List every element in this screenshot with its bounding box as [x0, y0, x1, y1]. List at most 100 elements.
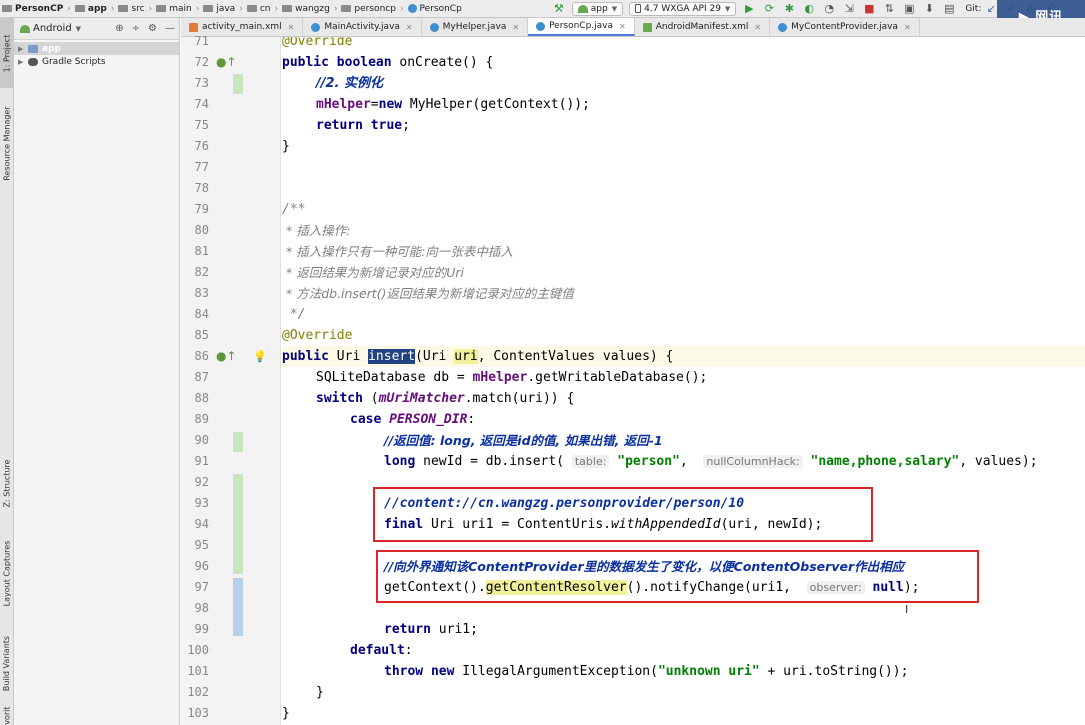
- change-marker[interactable]: [233, 474, 243, 574]
- collapse-all-icon[interactable]: ÷: [132, 23, 140, 34]
- close-icon[interactable]: ✕: [406, 23, 413, 32]
- android-icon: [20, 24, 30, 33]
- change-marker[interactable]: [233, 578, 243, 636]
- class-icon: [407, 4, 417, 13]
- code-line: //返回值: long, 返回是id的值, 如果出错, 返回-1: [384, 433, 663, 448]
- folder-icon: [156, 5, 167, 12]
- code-line: * 返回结果为新增记录对应的Uri: [282, 265, 464, 280]
- close-icon[interactable]: ✕: [904, 23, 911, 32]
- line-number: 84: [194, 307, 209, 321]
- change-marker[interactable]: [233, 74, 243, 94]
- folder-icon: [203, 5, 214, 12]
- line-number: 97: [194, 580, 209, 594]
- code-editor[interactable]: @Override public boolean onCreate() { //…: [282, 37, 1085, 725]
- tab-build-variants[interactable]: Build Variants: [0, 623, 14, 703]
- line-number: 72: [194, 55, 209, 69]
- stop-icon[interactable]: ■: [862, 2, 876, 16]
- phone-icon: [635, 4, 642, 13]
- tree-item-app[interactable]: ▶ app: [14, 42, 179, 55]
- run-icon[interactable]: ▶: [742, 2, 756, 16]
- breadcrumb-project[interactable]: PersonCP ›: [0, 4, 73, 14]
- sdk-manager-icon[interactable]: ⬇: [922, 2, 936, 16]
- breadcrumb-wangzg[interactable]: wangzg ›: [280, 4, 339, 14]
- annotation-box: [376, 550, 979, 603]
- line-number: 99: [194, 622, 209, 636]
- apply-changes-icon[interactable]: ⟳: [762, 2, 776, 16]
- device-select[interactable]: 4.7 WXGA API 29 ▼: [629, 1, 737, 16]
- gear-icon[interactable]: ⚙: [148, 23, 157, 34]
- tab-layout-captures[interactable]: Layout Captures: [0, 528, 14, 618]
- run-config-select[interactable]: app ▼: [571, 1, 624, 16]
- line-number: 82: [194, 265, 209, 279]
- code-line: @Override: [282, 328, 353, 343]
- line-number: 94: [194, 517, 209, 531]
- breadcrumb-personcp[interactable]: personcp ›: [339, 4, 405, 14]
- close-icon[interactable]: ✕: [288, 23, 295, 32]
- param-hint: table:: [571, 455, 610, 468]
- sync-icon[interactable]: ⇅: [882, 2, 896, 16]
- close-icon[interactable]: ✕: [619, 22, 626, 31]
- param-hint: nullColumnHack:: [703, 455, 803, 468]
- override-icon[interactable]: ●↑: [216, 52, 237, 73]
- tab-structure[interactable]: Z: Structure: [0, 448, 14, 518]
- code-line: * 插入操作只有一种可能:向一张表中插入: [282, 244, 513, 259]
- tab-my-content-provider-java[interactable]: MyContentProvider.java ✕: [770, 18, 920, 36]
- tab-android-manifest-xml[interactable]: AndroidManifest.xml ✕: [635, 18, 771, 36]
- coverage-icon[interactable]: ◐: [802, 2, 816, 16]
- code-line: @Override: [282, 37, 353, 49]
- override-icon[interactable]: ●↑: [216, 346, 237, 367]
- line-number: 102: [187, 685, 209, 699]
- gradle-icon: [28, 57, 38, 66]
- tree-item-gradle-scripts[interactable]: ▶ Gradle Scripts: [14, 55, 179, 68]
- code-line: public Uri insert(Uri uri, ContentValues…: [282, 349, 674, 364]
- line-number: 93: [194, 496, 209, 510]
- change-marker[interactable]: [233, 432, 243, 452]
- tab-favorites[interactable]: Favorites: [0, 706, 14, 725]
- line-number: 79: [194, 202, 209, 216]
- line-number: 75: [194, 118, 209, 132]
- git-label: Git:: [965, 3, 982, 14]
- attach-debugger-icon[interactable]: ⇲: [842, 2, 856, 16]
- breadcrumb-class[interactable]: PersonCp: [406, 4, 464, 14]
- hammer-icon[interactable]: ⚒: [552, 2, 566, 16]
- class-icon: [536, 21, 546, 31]
- editor-gutter[interactable]: ●↑ ●↑ 💡 71 72 73 74 75 76 77 78 79 80 81…: [181, 34, 281, 725]
- folder-icon: [341, 5, 352, 12]
- code-line: mHelper=new MyHelper(getContext());: [316, 97, 590, 112]
- breadcrumb-main[interactable]: main ›: [154, 4, 201, 14]
- close-icon[interactable]: ✕: [754, 23, 761, 32]
- device-manager-icon[interactable]: ▣: [902, 2, 916, 16]
- annotation-box: [373, 487, 873, 542]
- tab-person-cp-java[interactable]: PersonCp.java ✕: [528, 18, 635, 36]
- editor-tab-bar: activity_main.xml ✕ MainActivity.java ✕ My…: [181, 18, 1085, 37]
- structure-icon[interactable]: ▤: [942, 2, 956, 16]
- folder-icon: [282, 5, 293, 12]
- class-icon: [778, 22, 788, 32]
- code-line: switch (mUriMatcher.match(uri)) {: [316, 391, 575, 406]
- debug-icon[interactable]: ✱: [782, 2, 796, 16]
- android-icon: [577, 4, 588, 13]
- line-number: 88: [194, 391, 209, 405]
- close-icon[interactable]: ✕: [512, 23, 519, 32]
- line-number: 92: [194, 475, 209, 489]
- locate-icon[interactable]: ⊕: [115, 23, 123, 34]
- lightbulb-icon[interactable]: 💡: [253, 346, 267, 367]
- breadcrumb-java[interactable]: java ›: [201, 4, 244, 14]
- code-line: public boolean onCreate() {: [282, 55, 494, 70]
- tab-resource-manager[interactable]: Resource Manager: [0, 93, 14, 193]
- breadcrumb-cn[interactable]: cn ›: [245, 4, 280, 14]
- line-number: 95: [194, 538, 209, 552]
- project-view-select[interactable]: Android ▼: [20, 23, 81, 34]
- tab-main-activity-java[interactable]: MainActivity.java ✕: [303, 18, 422, 36]
- code-line: }: [282, 706, 290, 721]
- folder-icon: [2, 5, 12, 12]
- line-number: 98: [194, 601, 209, 615]
- breadcrumb-src[interactable]: src ›: [116, 4, 154, 14]
- hide-icon[interactable]: —: [165, 23, 175, 34]
- line-number: 85: [194, 328, 209, 342]
- line-number: 90: [194, 433, 209, 447]
- breadcrumb-app[interactable]: app ›: [73, 4, 117, 14]
- tab-project[interactable]: 1: Project: [0, 18, 14, 88]
- profile-icon[interactable]: ◔: [822, 2, 836, 16]
- tab-my-helper-java[interactable]: MyHelper.java ✕: [422, 18, 529, 36]
